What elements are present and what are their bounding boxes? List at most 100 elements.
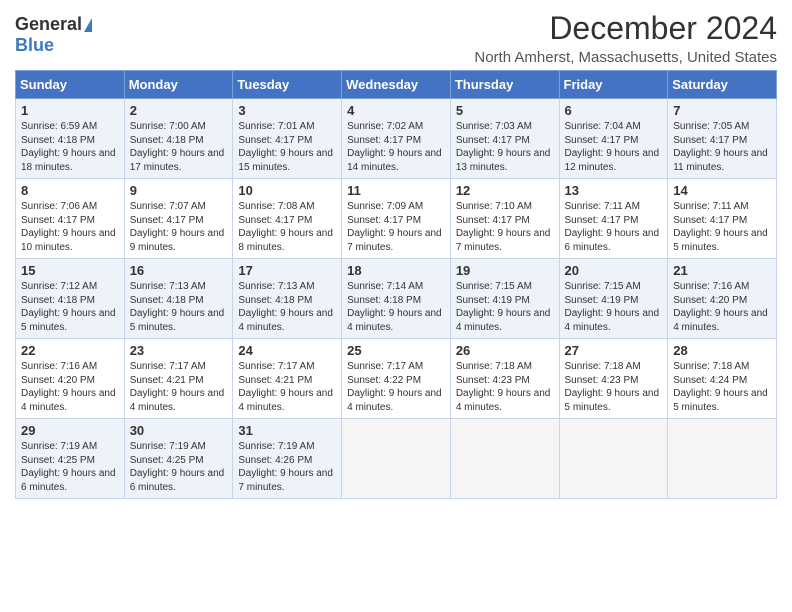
header-row: SundayMondayTuesdayWednesdayThursdayFrid… xyxy=(16,71,777,99)
calendar-cell: 10 Sunrise: 7:08 AMSunset: 4:17 PMDayligh… xyxy=(233,179,342,259)
calendar-cell: 24 Sunrise: 7:17 AMSunset: 4:21 PMDayligh… xyxy=(233,339,342,419)
day-number: 5 xyxy=(456,103,554,118)
day-info: Sunrise: 7:18 AMSunset: 4:23 PMDaylight:… xyxy=(565,360,663,414)
day-info: Sunrise: 7:10 AMSunset: 4:17 PMDaylight:… xyxy=(456,200,554,254)
calendar-cell: 20 Sunrise: 7:15 AMSunset: 4:19 PMDayligh… xyxy=(559,259,668,339)
calendar-cell: 14 Sunrise: 7:11 AMSunset: 4:17 PMDayligh… xyxy=(668,179,777,259)
calendar-cell: 29 Sunrise: 7:19 AMSunset: 4:25 PMDayligh… xyxy=(16,419,125,499)
calendar-cell: 25Sunrise: 7:17 AMSunset: 4:22 PMDayligh… xyxy=(342,339,451,419)
calendar-week-4: 22Sunrise: 7:16 AMSunset: 4:20 PMDayligh… xyxy=(16,339,777,419)
day-number: 17 xyxy=(238,263,336,278)
day-header-tuesday: Tuesday xyxy=(233,71,342,99)
calendar-week-3: 15 Sunrise: 7:12 AMSunset: 4:18 PMDayligh… xyxy=(16,259,777,339)
day-info: Sunrise: 7:15 AMSunset: 4:19 PMDaylight:… xyxy=(565,280,663,334)
calendar-cell: 8 Sunrise: 7:06 AMSunset: 4:17 PMDaylight… xyxy=(16,179,125,259)
calendar-cell: 15 Sunrise: 7:12 AMSunset: 4:18 PMDayligh… xyxy=(16,259,125,339)
calendar-table: SundayMondayTuesdayWednesdayThursdayFrid… xyxy=(15,70,777,499)
day-number: 28 xyxy=(673,343,771,358)
day-info: Sunrise: 7:18 AMSunset: 4:23 PMDaylight:… xyxy=(456,360,554,414)
day-header-friday: Friday xyxy=(559,71,668,99)
calendar-cell: 19 Sunrise: 7:15 AMSunset: 4:19 PMDayligh… xyxy=(450,259,559,339)
logo: General Blue xyxy=(15,14,92,56)
calendar-cell xyxy=(668,419,777,499)
day-number: 4 xyxy=(347,103,445,118)
day-header-saturday: Saturday xyxy=(668,71,777,99)
day-info: Sunrise: 7:11 AMSunset: 4:17 PMDaylight:… xyxy=(673,200,771,254)
day-header-monday: Monday xyxy=(124,71,233,99)
day-number: 14 xyxy=(673,183,771,198)
day-number: 18 xyxy=(347,263,445,278)
calendar-cell: 31 Sunrise: 7:19 AMSunset: 4:26 PMDayligh… xyxy=(233,419,342,499)
day-info: Sunrise: 7:06 AMSunset: 4:17 PMDaylight:… xyxy=(21,200,119,254)
header: General Blue December 2024 North Amherst… xyxy=(15,10,777,66)
calendar-cell: 28 Sunrise: 7:18 AMSunset: 4:24 PMDayligh… xyxy=(668,339,777,419)
day-info: Sunrise: 7:19 AMSunset: 4:26 PMDaylight:… xyxy=(238,440,336,494)
calendar-cell: 17 Sunrise: 7:13 AMSunset: 4:18 PMDayligh… xyxy=(233,259,342,339)
day-info: Sunrise: 7:16 AMSunset: 4:20 PMDaylight:… xyxy=(673,280,771,334)
day-number: 20 xyxy=(565,263,663,278)
calendar-cell xyxy=(450,419,559,499)
title-area: December 2024 North Amherst, Massachuset… xyxy=(474,10,777,66)
day-info: Sunrise: 7:15 AMSunset: 4:19 PMDaylight:… xyxy=(456,280,554,334)
calendar-cell: 30 Sunrise: 7:19 AMSunset: 4:25 PMDayligh… xyxy=(124,419,233,499)
day-info: Sunrise: 7:11 AMSunset: 4:17 PMDaylight:… xyxy=(565,200,663,254)
day-number: 26 xyxy=(456,343,554,358)
day-info: Sunrise: 7:09 AMSunset: 4:17 PMDaylight:… xyxy=(347,200,445,254)
day-info: Sunrise: 7:00 AMSunset: 4:18 PMDaylight:… xyxy=(130,120,228,174)
day-number: 7 xyxy=(673,103,771,118)
day-number: 30 xyxy=(130,423,228,438)
day-header-sunday: Sunday xyxy=(16,71,125,99)
day-number: 3 xyxy=(238,103,336,118)
day-number: 23 xyxy=(130,343,228,358)
calendar-cell: 2 Sunrise: 7:00 AMSunset: 4:18 PMDaylight… xyxy=(124,99,233,179)
day-number: 21 xyxy=(673,263,771,278)
day-header-thursday: Thursday xyxy=(450,71,559,99)
day-info: Sunrise: 6:59 AMSunset: 4:18 PMDaylight:… xyxy=(21,120,119,174)
calendar-cell: 9 Sunrise: 7:07 AMSunset: 4:17 PMDaylight… xyxy=(124,179,233,259)
day-info: Sunrise: 7:18 AMSunset: 4:24 PMDaylight:… xyxy=(673,360,771,414)
day-number: 31 xyxy=(238,423,336,438)
calendar-cell: 18 Sunrise: 7:14 AMSunset: 4:18 PMDayligh… xyxy=(342,259,451,339)
calendar-cell: 26 Sunrise: 7:18 AMSunset: 4:23 PMDayligh… xyxy=(450,339,559,419)
day-info: Sunrise: 7:08 AMSunset: 4:17 PMDaylight:… xyxy=(238,200,336,254)
day-number: 25 xyxy=(347,343,445,358)
calendar-cell: 5 Sunrise: 7:03 AMSunset: 4:17 PMDaylight… xyxy=(450,99,559,179)
day-info: Sunrise: 7:13 AMSunset: 4:18 PMDaylight:… xyxy=(238,280,336,334)
calendar-cell: 7Sunrise: 7:05 AMSunset: 4:17 PMDaylight… xyxy=(668,99,777,179)
calendar-cell: 27 Sunrise: 7:18 AMSunset: 4:23 PMDayligh… xyxy=(559,339,668,419)
day-number: 9 xyxy=(130,183,228,198)
day-info: Sunrise: 7:04 AMSunset: 4:17 PMDaylight:… xyxy=(565,120,663,174)
day-info: Sunrise: 7:14 AMSunset: 4:18 PMDaylight:… xyxy=(347,280,445,334)
day-info: Sunrise: 7:17 AMSunset: 4:21 PMDaylight:… xyxy=(238,360,336,414)
day-info: Sunrise: 7:17 AMSunset: 4:21 PMDaylight:… xyxy=(130,360,228,414)
calendar-week-1: 1Sunrise: 6:59 AMSunset: 4:18 PMDaylight… xyxy=(16,99,777,179)
calendar-cell: 16 Sunrise: 7:13 AMSunset: 4:18 PMDayligh… xyxy=(124,259,233,339)
main-title: December 2024 xyxy=(474,10,777,47)
calendar-week-5: 29 Sunrise: 7:19 AMSunset: 4:25 PMDayligh… xyxy=(16,419,777,499)
calendar-cell: 22Sunrise: 7:16 AMSunset: 4:20 PMDayligh… xyxy=(16,339,125,419)
day-info: Sunrise: 7:19 AMSunset: 4:25 PMDaylight:… xyxy=(21,440,119,494)
day-number: 29 xyxy=(21,423,119,438)
day-info: Sunrise: 7:19 AMSunset: 4:25 PMDaylight:… xyxy=(130,440,228,494)
day-number: 12 xyxy=(456,183,554,198)
day-number: 16 xyxy=(130,263,228,278)
day-number: 19 xyxy=(456,263,554,278)
calendar-cell xyxy=(342,419,451,499)
day-number: 24 xyxy=(238,343,336,358)
calendar-week-2: 8 Sunrise: 7:06 AMSunset: 4:17 PMDaylight… xyxy=(16,179,777,259)
day-info: Sunrise: 7:13 AMSunset: 4:18 PMDaylight:… xyxy=(130,280,228,334)
day-number: 6 xyxy=(565,103,663,118)
day-info: Sunrise: 7:12 AMSunset: 4:18 PMDaylight:… xyxy=(21,280,119,334)
day-info: Sunrise: 7:01 AMSunset: 4:17 PMDaylight:… xyxy=(238,120,336,174)
day-number: 15 xyxy=(21,263,119,278)
calendar-cell: 23 Sunrise: 7:17 AMSunset: 4:21 PMDayligh… xyxy=(124,339,233,419)
calendar-cell: 6 Sunrise: 7:04 AMSunset: 4:17 PMDaylight… xyxy=(559,99,668,179)
day-number: 2 xyxy=(130,103,228,118)
day-info: Sunrise: 7:07 AMSunset: 4:17 PMDaylight:… xyxy=(130,200,228,254)
day-number: 27 xyxy=(565,343,663,358)
day-info: Sunrise: 7:03 AMSunset: 4:17 PMDaylight:… xyxy=(456,120,554,174)
day-number: 8 xyxy=(21,183,119,198)
day-number: 10 xyxy=(238,183,336,198)
calendar-cell: 3 Sunrise: 7:01 AMSunset: 4:17 PMDaylight… xyxy=(233,99,342,179)
calendar-cell xyxy=(559,419,668,499)
